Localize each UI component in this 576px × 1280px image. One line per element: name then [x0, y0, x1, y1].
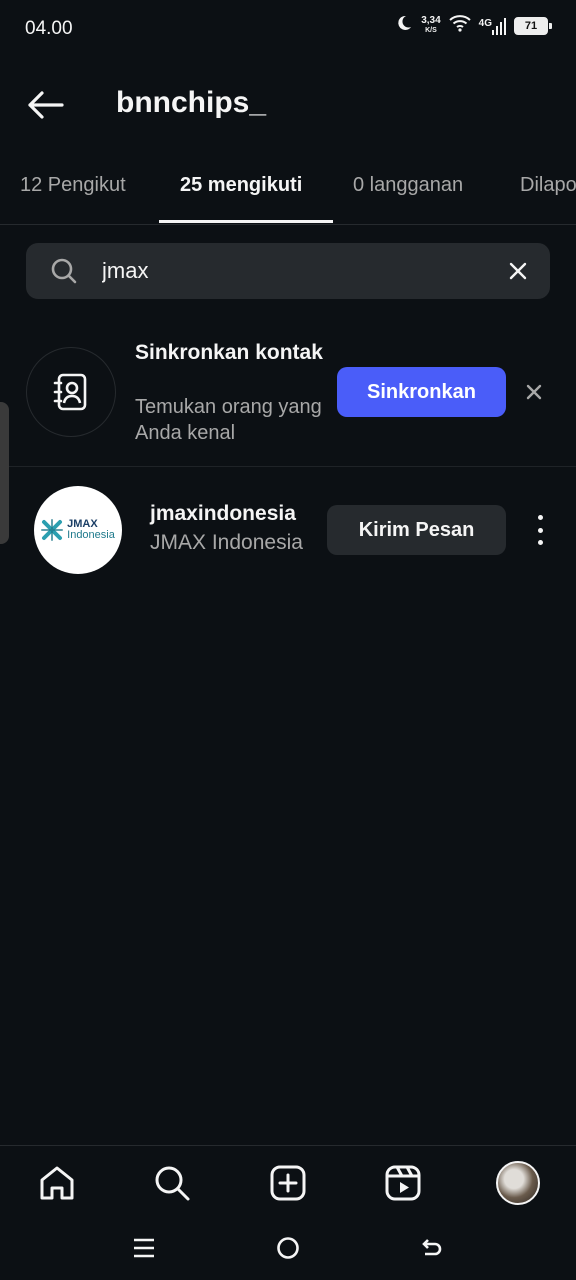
sync-contacts-subtitle: Temukan orang yang Anda kenal: [135, 396, 322, 444]
avatar-logo-text: JMAX Indonesia: [67, 519, 115, 541]
list-item[interactable]: JMAX Indonesia jmaxindonesia JMAX Indone…: [0, 482, 576, 582]
send-message-button[interactable]: Kirim Pesan: [327, 505, 506, 555]
search-icon: [50, 257, 78, 290]
bottom-navigation: [0, 1145, 576, 1220]
edge-panel-handle[interactable]: [0, 402, 9, 544]
tab-following[interactable]: 25 mengikuti: [180, 174, 302, 197]
header: bnnchips_: [0, 70, 576, 140]
back-arrow-icon: [422, 1239, 442, 1256]
system-back-button[interactable]: [412, 1228, 452, 1268]
moon-icon: [395, 14, 413, 37]
sync-contacts-card: Sinkronkan kontak Temukan orang yang And…: [0, 330, 576, 467]
add-post-icon: [270, 1165, 306, 1201]
close-icon: [509, 262, 527, 280]
sync-contacts-title: Sinkronkan kontak: [135, 341, 323, 364]
nav-home[interactable]: [33, 1160, 81, 1206]
status-bar: 04.00 3,34 K/S 4G 71: [0, 0, 576, 58]
username[interactable]: jmaxindonesia: [150, 502, 296, 526]
contact-book-icon: [26, 347, 116, 437]
nav-search[interactable]: [148, 1160, 196, 1206]
page-title: bnnchips_: [116, 86, 267, 119]
profile-avatar: [496, 1161, 540, 1205]
system-home-button[interactable]: [268, 1228, 308, 1268]
jmax-logo-icon: [41, 519, 64, 541]
network-speed-unit: K/S: [425, 26, 437, 34]
home-circle-icon: [277, 1237, 299, 1259]
status-time: 04.00: [25, 18, 73, 39]
wifi-icon: [448, 14, 471, 37]
avatar[interactable]: JMAX Indonesia: [34, 486, 122, 574]
tab-followers[interactable]: 12 Pengikut: [20, 174, 126, 197]
arrow-left-icon: [28, 91, 64, 119]
status-icons: 3,34 K/S 4G 71: [395, 14, 552, 37]
sync-button[interactable]: Sinkronkan: [337, 367, 506, 417]
back-button[interactable]: [22, 82, 68, 128]
nav-create[interactable]: [264, 1160, 312, 1206]
system-navigation: [0, 1220, 576, 1280]
clear-search-button[interactable]: [506, 259, 530, 288]
signal-label: 4G: [478, 17, 492, 29]
logo-line-2: Indonesia: [67, 529, 115, 541]
home-icon: [40, 1166, 74, 1200]
close-icon: [526, 384, 542, 400]
active-tab-indicator: [159, 220, 333, 223]
search-input[interactable]: [102, 243, 492, 299]
cellular-signal-icon: 4G: [479, 17, 506, 35]
recent-apps-icon: [134, 1238, 154, 1258]
reels-icon: [385, 1165, 421, 1201]
battery-icon: 71: [514, 16, 552, 35]
battery-level: 71: [514, 16, 548, 35]
nav-reels[interactable]: [379, 1160, 427, 1206]
tab-bar: 12 Pengikut 25 mengikuti 0 langganan Dil…: [0, 160, 576, 225]
full-name: JMAX Indonesia: [150, 531, 303, 554]
recent-apps-button[interactable]: [124, 1228, 164, 1268]
search-icon: [155, 1166, 190, 1201]
more-vertical-icon[interactable]: [528, 515, 552, 545]
tab-reported[interactable]: Dilaporkan: [520, 174, 576, 197]
dismiss-sync-button[interactable]: [522, 380, 546, 409]
tab-subscriptions[interactable]: 0 langganan: [353, 174, 463, 197]
search-box: [26, 243, 550, 299]
network-speed-value: 3,34: [421, 14, 441, 26]
network-speed: 3,34 K/S: [421, 14, 441, 36]
nav-profile[interactable]: [494, 1160, 542, 1206]
